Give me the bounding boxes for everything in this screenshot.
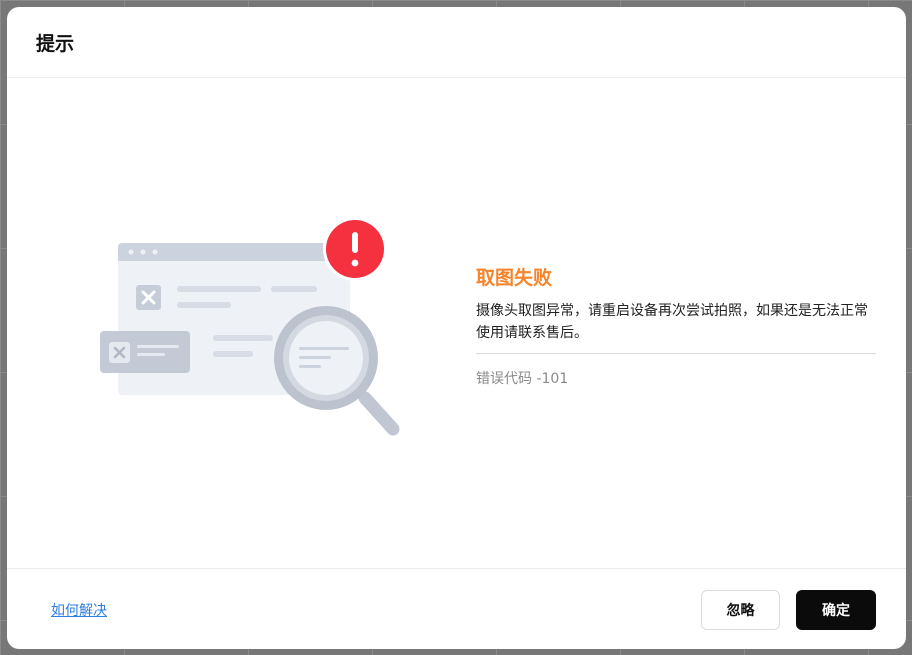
close-x-icon bbox=[136, 285, 161, 310]
info-divider bbox=[476, 353, 876, 354]
alert-exclamation-icon bbox=[323, 217, 387, 281]
error-title: 取图失败 bbox=[476, 267, 553, 289]
error-description: 摄像头取图异常，请重启设备再次尝试拍照，如果还是无法正常使用请联系售后。 bbox=[476, 303, 868, 341]
prompt-dialog: 提示 取图失败 摄像头取图异常，请重启设备再次尝试拍照，如果还是无法正常使用请联… bbox=[7, 7, 906, 649]
error-card-illustration bbox=[100, 331, 190, 373]
error-info: 取图失败 摄像头取图异常，请重启设备再次尝试拍照，如果还是无法正常使用请联系售后… bbox=[476, 263, 876, 388]
ignore-button[interactable]: 忽略 bbox=[701, 590, 780, 630]
magnifier-icon bbox=[274, 306, 400, 436]
dialog-footer: 如何解决 忽略 确定 bbox=[7, 568, 906, 649]
dialog-title: 提示 bbox=[36, 33, 75, 55]
how-to-solve-link[interactable]: 如何解决 bbox=[51, 600, 107, 620]
error-code: 错误代码 -101 bbox=[476, 371, 569, 387]
confirm-button[interactable]: 确定 bbox=[796, 590, 876, 630]
error-illustration bbox=[100, 217, 400, 436]
dialog-header: 提示 bbox=[7, 7, 906, 78]
